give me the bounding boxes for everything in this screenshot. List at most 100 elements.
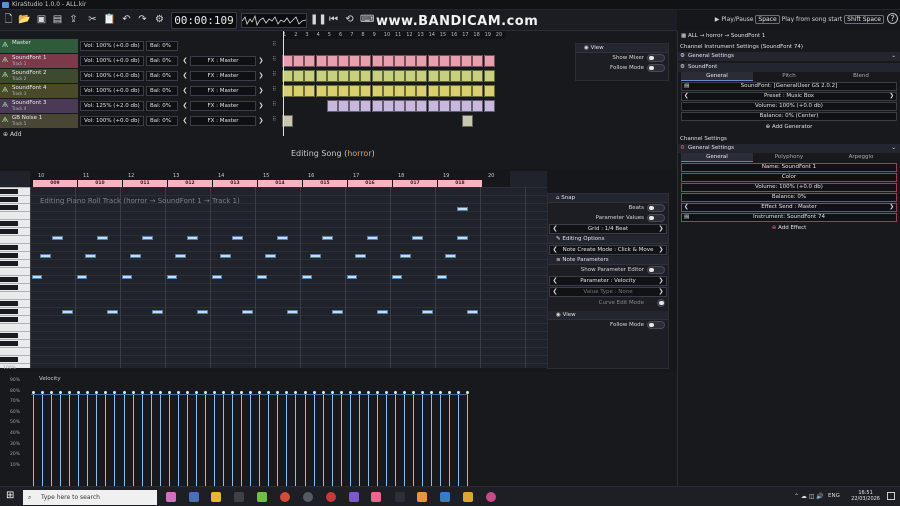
tab-general[interactable]: General bbox=[681, 153, 753, 162]
song-pattern-block[interactable] bbox=[472, 70, 484, 82]
song-pattern-block[interactable] bbox=[304, 70, 316, 82]
file-explorer-icon[interactable] bbox=[211, 492, 221, 502]
loop-icon[interactable]: ⟲ bbox=[343, 13, 356, 26]
piano-note[interactable] bbox=[85, 254, 96, 258]
white-key[interactable] bbox=[0, 331, 30, 332]
redo-icon[interactable]: ↷ bbox=[136, 13, 149, 26]
song-pattern-block[interactable] bbox=[349, 85, 361, 97]
new-file-icon[interactable]: 🗋 bbox=[2, 13, 15, 26]
song-pattern-block[interactable] bbox=[405, 70, 417, 82]
song-pattern-block[interactable] bbox=[371, 70, 383, 82]
breadcrumb[interactable]: ▦ ALL → horror → SoundFont 1 bbox=[678, 31, 900, 42]
song-pattern-block[interactable] bbox=[483, 100, 495, 112]
song-pattern-block[interactable] bbox=[483, 85, 495, 97]
song-pattern-block[interactable] bbox=[416, 70, 428, 82]
view-header[interactable]: ◉ View bbox=[548, 311, 668, 320]
track-fx-select[interactable]: FX : Master bbox=[190, 101, 256, 111]
drag-handle-icon[interactable]: ⠿ bbox=[272, 56, 276, 63]
settings-gear-icon[interactable]: ⚙ bbox=[153, 13, 166, 26]
white-key[interactable] bbox=[0, 227, 30, 228]
app-icon-9[interactable] bbox=[440, 492, 450, 502]
song-pattern-block[interactable] bbox=[438, 85, 450, 97]
velocity-bar[interactable] bbox=[204, 392, 206, 486]
chevron-left-icon[interactable]: ❮ bbox=[181, 71, 189, 81]
velocity-bar[interactable] bbox=[385, 392, 387, 486]
black-key[interactable] bbox=[0, 317, 18, 322]
piano-note[interactable] bbox=[412, 236, 423, 240]
piano-note[interactable] bbox=[445, 254, 456, 258]
track-volume-field[interactable]: Vol: 100% (+0.0 db) bbox=[80, 41, 144, 51]
curve-edit-row[interactable]: Curve Edit Mode bbox=[548, 298, 668, 308]
chevron-left-icon[interactable]: ❮ bbox=[181, 101, 189, 111]
black-key[interactable] bbox=[0, 309, 18, 314]
velocity-bar[interactable] bbox=[69, 392, 71, 486]
channel-volume-field[interactable]: Volume: 100% (+0.0 db) bbox=[681, 183, 897, 192]
song-pattern-block[interactable] bbox=[438, 70, 450, 82]
song-pattern-block[interactable] bbox=[461, 100, 473, 112]
chevron-left-icon[interactable]: ❮ bbox=[551, 246, 559, 254]
velocity-bar[interactable] bbox=[268, 392, 270, 486]
white-key[interactable] bbox=[0, 347, 30, 348]
piano-note[interactable] bbox=[467, 310, 478, 314]
song-pattern-block[interactable] bbox=[427, 100, 439, 112]
piano-note[interactable] bbox=[322, 236, 333, 240]
velocity-bar[interactable] bbox=[141, 392, 143, 486]
white-key[interactable] bbox=[0, 187, 30, 188]
track-name[interactable]: Ѧ SoundFont 4 Track 3 bbox=[0, 84, 78, 98]
song-pattern-block[interactable] bbox=[438, 55, 450, 67]
param-values-row[interactable]: Parameter Values bbox=[548, 213, 668, 223]
app-icon-8[interactable] bbox=[417, 492, 427, 502]
song-pattern-block[interactable] bbox=[483, 70, 495, 82]
tray-icons[interactable]: ⌃ ☁ ◫ 🔊 bbox=[794, 493, 824, 500]
song-pattern-block[interactable] bbox=[326, 100, 338, 112]
black-key[interactable] bbox=[0, 333, 18, 338]
chevron-left-icon[interactable]: ❮ bbox=[551, 288, 559, 296]
track-balance-field[interactable]: Bal: 0% bbox=[146, 41, 178, 51]
song-pattern-block[interactable] bbox=[293, 70, 305, 82]
app-icon-5[interactable] bbox=[303, 492, 313, 502]
track-balance-field[interactable]: Bal: 0% bbox=[146, 116, 178, 126]
white-key[interactable] bbox=[0, 275, 30, 276]
song-pattern-block[interactable] bbox=[427, 85, 439, 97]
piano-note[interactable] bbox=[97, 236, 108, 240]
velocity-bar[interactable] bbox=[395, 392, 396, 486]
song-pattern-block[interactable] bbox=[315, 55, 327, 67]
velocity-bar[interactable] bbox=[87, 392, 89, 486]
piano-note[interactable] bbox=[122, 275, 132, 279]
song-pattern-block[interactable] bbox=[461, 55, 473, 67]
effect-send-select[interactable]: ❮ Effect Send : Master ❯ bbox=[681, 203, 897, 212]
velocity-bar[interactable] bbox=[431, 392, 433, 486]
song-pattern-block[interactable] bbox=[450, 55, 461, 67]
taskbar-search[interactable]: ⌕ Type here to search bbox=[23, 490, 157, 505]
chevron-right-icon[interactable]: ❯ bbox=[657, 288, 665, 296]
cut-icon[interactable]: ✂ bbox=[86, 13, 99, 26]
piano-note[interactable] bbox=[77, 275, 87, 279]
show-mixer-row[interactable]: Show Mixer bbox=[576, 53, 668, 63]
song-pattern-block[interactable] bbox=[360, 55, 372, 67]
piano-note[interactable] bbox=[62, 310, 73, 314]
song-pattern-block[interactable] bbox=[326, 70, 338, 82]
song-pattern-block[interactable] bbox=[405, 55, 417, 67]
track-balance-field[interactable]: Bal: 0% bbox=[146, 56, 178, 66]
pianoroll-pattern-tab[interactable]: 013 bbox=[213, 180, 257, 187]
show-mixer-toggle[interactable] bbox=[647, 54, 665, 62]
velocity-bar[interactable] bbox=[51, 392, 53, 486]
song-pattern-block[interactable] bbox=[416, 85, 428, 97]
piano-note[interactable] bbox=[422, 310, 433, 314]
media-player-icon[interactable] bbox=[486, 492, 496, 502]
track-balance-field[interactable]: Bal: 0% bbox=[146, 101, 178, 111]
song-pattern-block[interactable] bbox=[450, 100, 461, 112]
song-pattern-block[interactable] bbox=[461, 85, 473, 97]
velocity-bar[interactable] bbox=[60, 392, 62, 486]
song-pattern-block[interactable] bbox=[438, 100, 450, 112]
song-pattern-block[interactable] bbox=[450, 85, 461, 97]
velocity-bar[interactable] bbox=[195, 392, 197, 486]
black-key[interactable] bbox=[0, 245, 18, 250]
track-balance-field[interactable]: Bal: 0% bbox=[146, 86, 178, 96]
curve-edit-checkbox[interactable] bbox=[657, 299, 665, 307]
velocity-bar[interactable] bbox=[404, 392, 406, 486]
beats-toggle[interactable] bbox=[647, 204, 665, 212]
balance-field[interactable]: Balance: 0% (Center) bbox=[681, 112, 897, 121]
song-pattern-block[interactable] bbox=[382, 70, 394, 82]
black-key[interactable] bbox=[0, 197, 18, 202]
